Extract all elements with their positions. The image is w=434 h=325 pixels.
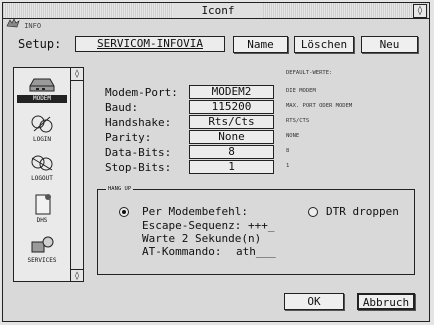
modem-icon bbox=[29, 78, 55, 92]
nav-item-dhs[interactable]: DHS bbox=[17, 192, 67, 225]
nav-item-logout[interactable]: LOGOUT bbox=[17, 152, 67, 183]
modem-port-field[interactable]: MODEM2 bbox=[189, 85, 274, 99]
ok-button[interactable]: OK bbox=[284, 293, 344, 310]
handshake-label: Handshake: bbox=[105, 116, 172, 129]
parity-label: Parity: bbox=[105, 131, 152, 144]
document-icon bbox=[35, 194, 51, 215]
neu-button[interactable]: Neu bbox=[361, 36, 418, 53]
info-label: INFO bbox=[24, 22, 42, 30]
hangup-group-label: HANG UP bbox=[106, 185, 134, 193]
close-icon[interactable]: ◊ bbox=[413, 4, 427, 18]
modem-command-label: Per Modembefehl: bbox=[142, 205, 248, 218]
nav-label-logout: LOGOUT bbox=[31, 175, 53, 182]
default-value: RTS/CTS bbox=[286, 118, 310, 124]
nav-item-modem[interactable]: MODEM bbox=[17, 74, 67, 103]
stop-bits-label: Stop-Bits: bbox=[105, 161, 172, 174]
nav-label-dhs: DHS bbox=[36, 217, 48, 224]
title-bar[interactable]: Iconf ◊ bbox=[3, 3, 429, 19]
nav-label-login: LOGIN bbox=[32, 136, 52, 143]
stop-bits-field[interactable]: 1 bbox=[189, 160, 274, 174]
dtr-radio[interactable] bbox=[308, 207, 318, 217]
login-icon bbox=[31, 115, 53, 133]
default-value: NONE bbox=[286, 133, 300, 139]
default-value: DIE MODEM bbox=[286, 88, 316, 94]
name-button[interactable]: Name bbox=[233, 36, 288, 53]
setup-select[interactable]: SERVICOM-INFOVIA bbox=[75, 36, 225, 52]
nav-item-services[interactable]: SERVICES bbox=[17, 234, 67, 265]
default-value: MAX. PORT ODER MODEM bbox=[286, 103, 353, 109]
wait-seconds-text[interactable]: Warte 2 Sekunde(n) bbox=[142, 232, 261, 245]
category-scrollbar[interactable]: ◊ ◊ bbox=[70, 67, 84, 282]
data-bits-field[interactable]: 8 bbox=[189, 145, 274, 159]
logout-icon bbox=[31, 155, 53, 171]
window-title: Iconf bbox=[173, 3, 263, 18]
dtr-label: DTR droppen bbox=[326, 205, 399, 218]
info-icon[interactable]: INFO bbox=[6, 18, 41, 30]
nav-label-modem: MODEM bbox=[17, 95, 67, 103]
baud-label: Baud: bbox=[105, 101, 139, 114]
nav-label-services: SERVICES bbox=[27, 257, 57, 264]
default-value: 1 bbox=[286, 163, 290, 169]
data-bits-label: Data-Bits: bbox=[105, 146, 172, 159]
baud-field[interactable]: 115200 bbox=[189, 100, 274, 114]
handshake-field[interactable]: Rts/Cts bbox=[189, 115, 274, 129]
default-value: 8 bbox=[286, 148, 290, 154]
escape-sequence-label: Escape-Sequenz: bbox=[142, 219, 242, 232]
modem-command-radio[interactable] bbox=[119, 207, 129, 217]
parity-field[interactable]: None bbox=[189, 130, 274, 144]
modem-port-label: Modem-Port: bbox=[105, 86, 178, 99]
escape-sequence-input[interactable]: +++_ bbox=[248, 219, 275, 232]
scroll-down-icon[interactable]: ◊ bbox=[71, 269, 83, 282]
at-command-input[interactable]: ath___ bbox=[236, 245, 276, 258]
hand-icon bbox=[6, 18, 20, 28]
at-command-label: AT-Kommando: bbox=[142, 245, 222, 258]
abbruch-button[interactable]: Abbruch bbox=[357, 293, 415, 310]
nav-item-login[interactable]: LOGIN bbox=[17, 113, 67, 144]
scroll-up-icon[interactable]: ◊ bbox=[71, 68, 83, 81]
setup-label: Setup: bbox=[18, 37, 62, 51]
services-icon bbox=[31, 236, 54, 253]
loeschen-button[interactable]: Löschen bbox=[294, 36, 354, 53]
defaults-header: DEFAULT-WERTE: bbox=[286, 70, 333, 76]
